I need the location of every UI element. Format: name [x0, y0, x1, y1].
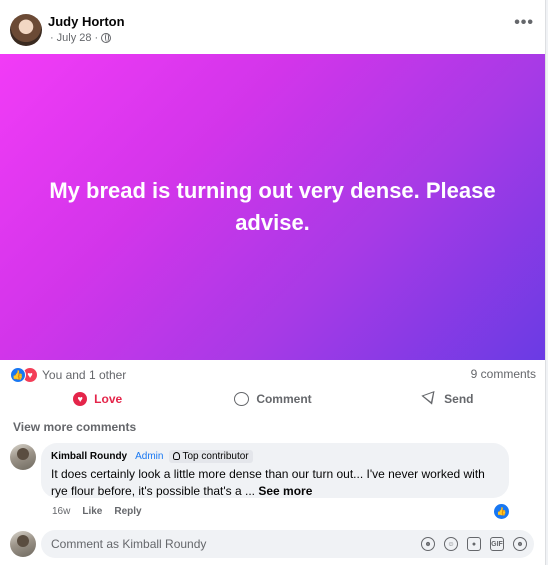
like-icon: 👍 — [10, 367, 26, 383]
comment-button[interactable]: Comment — [185, 386, 360, 412]
action-bar: ♥ Love Comment Send — [10, 386, 536, 412]
reactions-row: 👍 ♥ You and 1 other 9 comments — [10, 366, 536, 384]
author-avatar[interactable] — [10, 14, 42, 46]
comment-icon — [234, 392, 250, 406]
post-date[interactable]: July 28 — [57, 32, 92, 44]
comment-text: It does certainly look a little more den… — [51, 466, 499, 500]
post-banner: My bread is turning out very dense. Plea… — [0, 54, 545, 360]
badge-label: Top contributor — [182, 450, 249, 462]
meta-dot: · — [50, 32, 54, 44]
camera-icon[interactable]: ● — [467, 537, 481, 551]
composer-icons: ☻ ☺ ● GIF ☻ — [421, 537, 527, 551]
contributor-badge: Top contributor — [169, 449, 253, 463]
post-header: Judy Horton · July 28 · ••• — [10, 12, 538, 48]
composer-avatar — [10, 531, 36, 557]
gif-icon[interactable]: GIF — [490, 537, 504, 551]
love-label: Love — [94, 392, 123, 406]
more-options-icon[interactable]: ••• — [514, 15, 534, 31]
comment-author[interactable]: Kimball Roundy — [51, 451, 127, 462]
sticker-icon[interactable]: ☻ — [513, 537, 527, 551]
comment-count[interactable]: 9 comments — [471, 367, 536, 381]
comment-like-button[interactable]: Like — [82, 506, 102, 517]
comment-footer: 16w Like Reply — [52, 506, 142, 517]
banner-text: My bread is turning out very dense. Plea… — [49, 178, 496, 235]
comment-label: Comment — [256, 392, 312, 406]
send-label: Send — [444, 392, 474, 406]
comment-reply-button[interactable]: Reply — [114, 506, 141, 517]
award-icon — [173, 452, 181, 460]
comment-bubble: Kimball Roundy Admin Top contributor It … — [41, 443, 509, 498]
reaction-summary[interactable]: You and 1 other — [42, 368, 126, 382]
view-more-comments-link[interactable]: View more comments — [13, 420, 136, 434]
avatar-sticker-icon[interactable]: ☻ — [421, 537, 435, 551]
commenter-avatar[interactable] — [10, 444, 36, 470]
heart-icon: ♥ — [73, 392, 88, 406]
post-card: Judy Horton · July 28 · ••• My bread is … — [0, 0, 546, 565]
send-button[interactable]: Send — [361, 386, 536, 412]
send-icon — [421, 390, 439, 408]
globe-icon — [101, 33, 112, 43]
emoji-icon[interactable]: ☺ — [444, 537, 458, 551]
comment-like-icon[interactable]: 👍 — [494, 504, 509, 519]
see-more-link[interactable]: See more — [258, 484, 312, 498]
author-name[interactable]: Judy Horton — [48, 14, 125, 29]
admin-label: Admin — [135, 450, 164, 462]
love-button[interactable]: ♥ Love — [10, 386, 185, 412]
comment-age[interactable]: 16w — [52, 506, 70, 517]
post-meta: · July 28 · — [50, 32, 112, 44]
comment-header: Kimball Roundy Admin Top contributor — [51, 448, 499, 464]
meta-dot: · — [94, 32, 99, 44]
reaction-icons[interactable]: 👍 ♥ — [10, 367, 40, 383]
